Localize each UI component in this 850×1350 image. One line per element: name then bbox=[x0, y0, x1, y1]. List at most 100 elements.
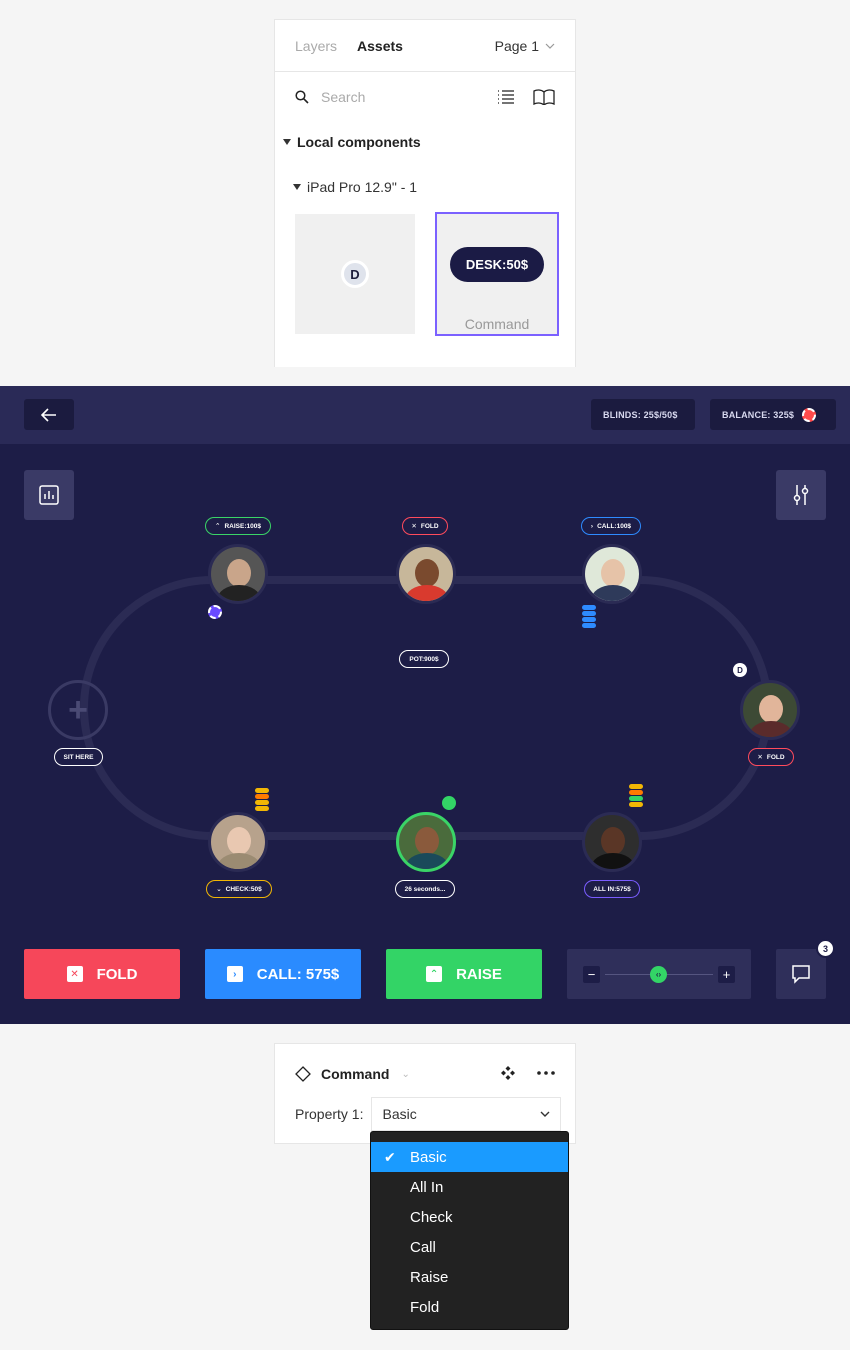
avatar-image bbox=[211, 547, 265, 601]
avatar-image bbox=[399, 815, 453, 869]
component-thumb-command[interactable]: DESK:50$ Command bbox=[435, 212, 559, 336]
tag-label: FOLD bbox=[420, 522, 439, 530]
player-action-tag: › CALL:100$ bbox=[581, 517, 641, 535]
player-avatar[interactable] bbox=[582, 812, 642, 872]
dropdown-option[interactable]: Check bbox=[371, 1202, 568, 1232]
tag-label: RAISE:100$ bbox=[224, 522, 261, 530]
active-indicator-icon bbox=[442, 796, 456, 810]
component-diamond-icon bbox=[295, 1066, 311, 1082]
caret-down-icon bbox=[293, 184, 301, 190]
poker-game-screen: BLINDS: 25$/50$ BALANCE: 325$ ⌃ RAISE:100… bbox=[0, 386, 850, 1024]
property-value: Basic bbox=[382, 1106, 417, 1122]
option-label: Call bbox=[410, 1238, 436, 1256]
timer-tag: 26 seconds... bbox=[395, 880, 455, 898]
checkmark-icon: ✔ bbox=[384, 1149, 396, 1165]
local-components-section[interactable]: Local components bbox=[275, 122, 575, 162]
decrease-button[interactable]: − bbox=[583, 966, 600, 983]
settings-button[interactable] bbox=[776, 470, 826, 520]
frame-group[interactable]: iPad Pro 12.9" - 1 bbox=[275, 162, 575, 212]
avatar-image bbox=[585, 815, 639, 869]
option-label: Fold bbox=[410, 1298, 440, 1316]
close-icon: ✕ bbox=[66, 966, 83, 982]
assets-search-row: Search bbox=[275, 72, 575, 122]
avatar-image bbox=[211, 815, 265, 869]
close-icon: ✕ bbox=[757, 754, 763, 761]
raise-button[interactable]: ⌃ RAISE bbox=[386, 949, 542, 999]
player-avatar[interactable] bbox=[208, 544, 268, 604]
fold-label: FOLD bbox=[96, 965, 138, 983]
sit-here-button[interactable]: SIT HERE bbox=[54, 748, 103, 766]
player-avatar[interactable] bbox=[740, 680, 800, 740]
option-label: Basic bbox=[410, 1148, 447, 1166]
player-avatar[interactable] bbox=[208, 812, 268, 872]
avatar-image bbox=[399, 547, 453, 601]
dropdown-option[interactable]: All In bbox=[371, 1172, 568, 1202]
property-label: Property 1: bbox=[295, 1106, 364, 1122]
chip-stack-icon bbox=[582, 605, 596, 628]
dealer-button: D bbox=[733, 663, 747, 677]
option-label: All In bbox=[410, 1178, 444, 1196]
dropdown-option[interactable]: Raise bbox=[371, 1262, 568, 1292]
chip-stack-icon bbox=[255, 788, 269, 811]
chevron-right-icon: › bbox=[590, 522, 594, 530]
page-selector[interactable]: Page 1 bbox=[495, 38, 555, 54]
chat-count-badge: 3 bbox=[816, 939, 835, 958]
back-button[interactable] bbox=[24, 399, 74, 430]
dropdown-option[interactable]: ✔ Basic bbox=[371, 1142, 568, 1172]
player-avatar[interactable] bbox=[582, 544, 642, 604]
balance-label: BALANCE: 325$ bbox=[722, 409, 795, 420]
player-action-tag: ⌄ CHECK:50$ bbox=[206, 880, 272, 898]
more-options-icon[interactable] bbox=[537, 1071, 555, 1075]
poker-table bbox=[80, 576, 772, 840]
property-select[interactable]: Basic bbox=[371, 1097, 562, 1131]
option-label: Raise bbox=[410, 1268, 449, 1286]
player-avatar-active[interactable] bbox=[396, 812, 456, 872]
chip-stack-icon bbox=[629, 784, 643, 807]
tab-layers[interactable]: Layers bbox=[295, 38, 337, 54]
arrow-left-icon bbox=[41, 407, 56, 422]
property-dropdown-menu: ✔ Basic All In Check Call Raise Fold bbox=[370, 1131, 569, 1330]
component-thumb-dealer[interactable]: D bbox=[295, 214, 415, 334]
frame-group-label: iPad Pro 12.9" - 1 bbox=[307, 179, 418, 195]
assets-header: Layers Assets Page 1 bbox=[275, 20, 575, 72]
call-button[interactable]: › CALL: 575$ bbox=[205, 949, 361, 999]
option-label: Check bbox=[410, 1208, 453, 1226]
search-icon bbox=[295, 90, 309, 104]
dropdown-option[interactable]: Call bbox=[371, 1232, 568, 1262]
chevron-down-icon bbox=[545, 43, 555, 49]
chevron-right-icon: › bbox=[226, 966, 243, 982]
page-label: Page 1 bbox=[494, 37, 539, 54]
poker-chip-icon bbox=[208, 605, 222, 619]
chat-button[interactable] bbox=[776, 949, 826, 999]
chevron-down-icon bbox=[540, 1111, 550, 1117]
stats-button[interactable] bbox=[24, 470, 74, 520]
tab-assets[interactable]: Assets bbox=[357, 38, 403, 54]
component-header[interactable]: Command ⌄ bbox=[295, 1066, 410, 1082]
component-set-icon[interactable] bbox=[501, 1066, 515, 1080]
tag-label: FOLD bbox=[766, 753, 785, 761]
player-action-tag: ✕ FOLD bbox=[402, 517, 448, 535]
slider-handle[interactable]: ‹› bbox=[650, 966, 667, 983]
raise-label: RAISE bbox=[456, 965, 502, 983]
chat-bubble-icon bbox=[792, 965, 810, 984]
call-label: CALL: 575$ bbox=[256, 965, 340, 983]
dealer-badge: D bbox=[341, 260, 369, 288]
chevron-down-icon: ⌄ bbox=[401, 1068, 410, 1080]
player-action-tag: ALL IN:575$ bbox=[584, 880, 640, 898]
chevron-up-icon: ⌃ bbox=[426, 966, 443, 982]
caret-down-icon bbox=[283, 139, 291, 145]
player-avatar[interactable] bbox=[396, 544, 456, 604]
search-input[interactable]: Search bbox=[321, 89, 497, 105]
avatar-image bbox=[585, 547, 639, 601]
empty-seat-plus-icon[interactable]: + bbox=[48, 680, 108, 740]
tag-label: CALL:100$ bbox=[597, 522, 632, 530]
desk-pill: DESK:50$ bbox=[449, 246, 545, 282]
poker-chip-icon bbox=[802, 407, 817, 422]
increase-button[interactable]: + bbox=[718, 966, 735, 983]
library-book-icon[interactable] bbox=[533, 89, 555, 105]
chevron-up-icon: ⌃ bbox=[215, 523, 221, 530]
dropdown-option[interactable]: Fold bbox=[371, 1292, 568, 1322]
list-view-icon[interactable] bbox=[497, 90, 515, 104]
fold-button[interactable]: ✕ FOLD bbox=[24, 949, 180, 999]
chevron-down-icon: ⌄ bbox=[216, 886, 222, 893]
